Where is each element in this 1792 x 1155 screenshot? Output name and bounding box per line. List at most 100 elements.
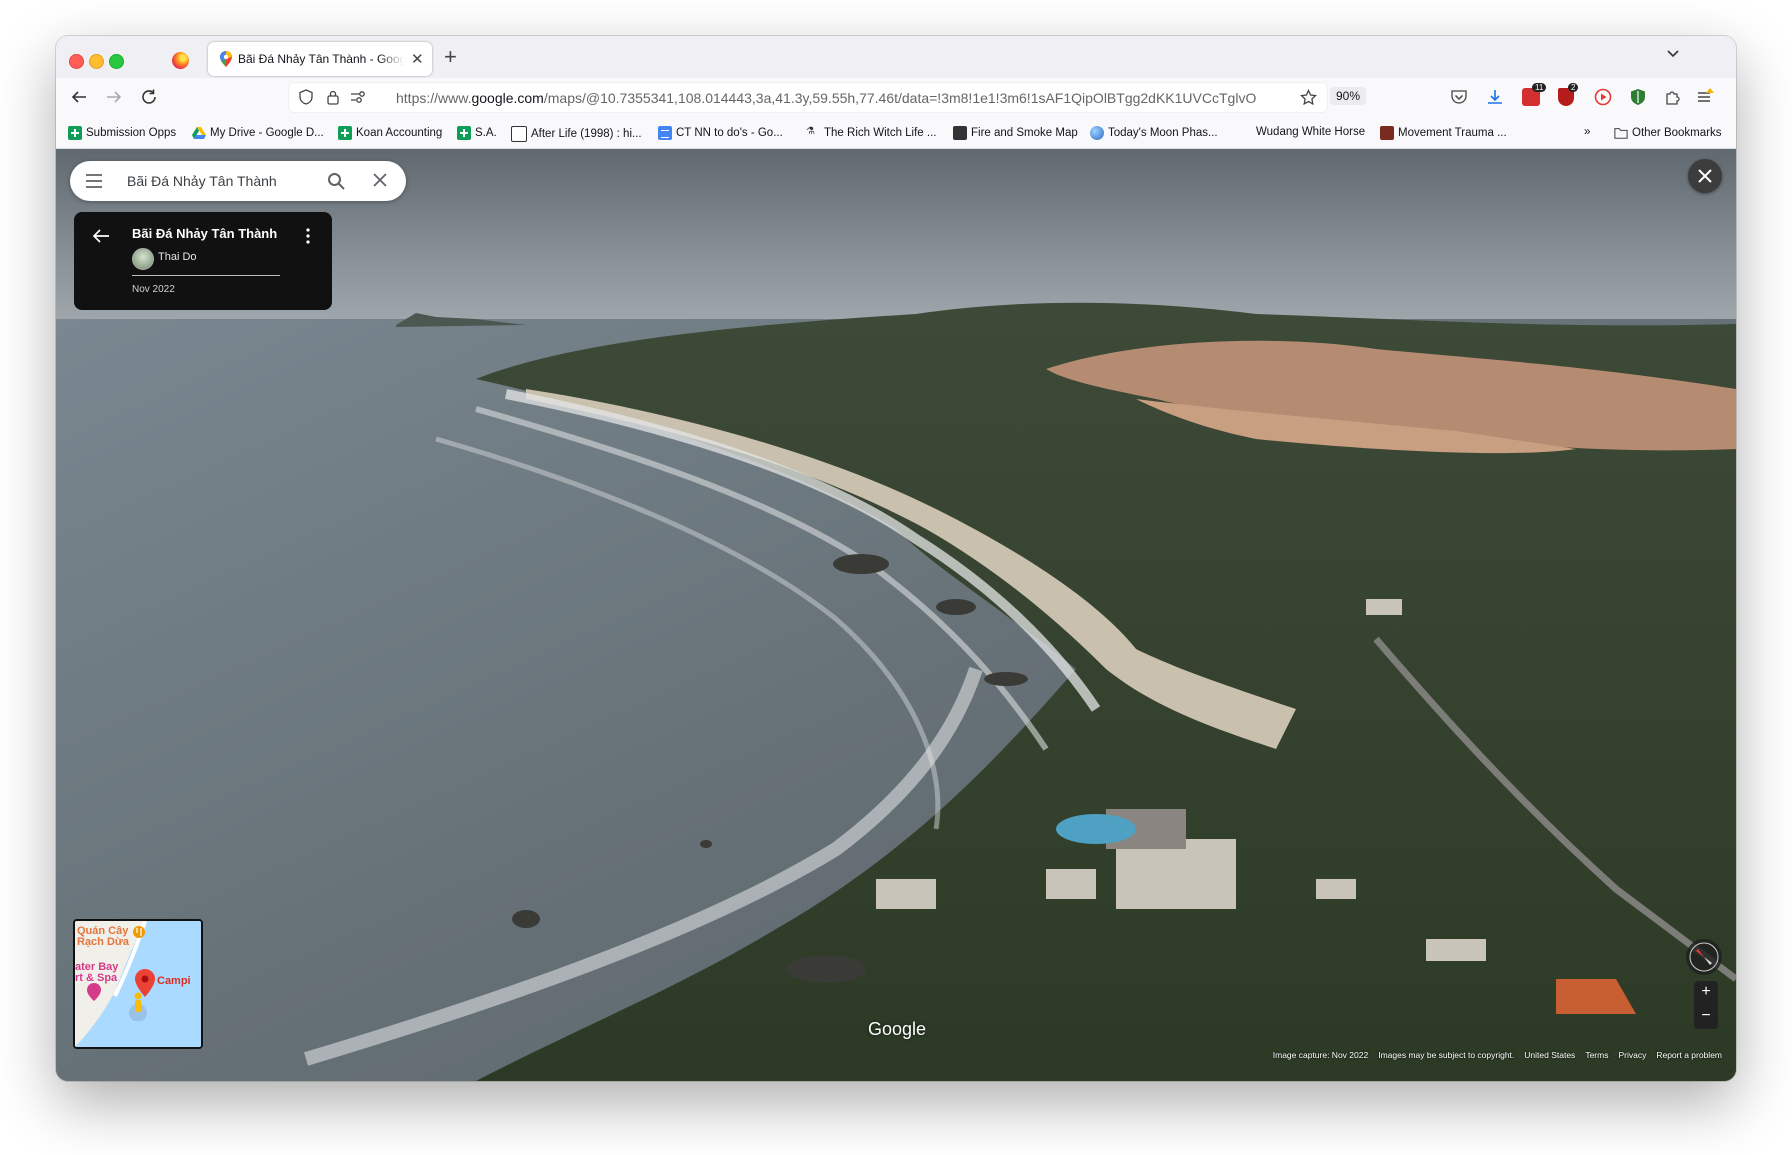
bookmark-label: The Rich Witch Life ...: [824, 127, 937, 139]
new-tab-button[interactable]: +: [444, 44, 457, 70]
url-bar[interactable]: https://www.google.com/maps/@10.7355341,…: [288, 82, 1367, 113]
bookmark-wudang[interactable]: Wudang White Horse: [1256, 126, 1365, 138]
back-arrow-icon[interactable]: [92, 228, 110, 244]
zoom-window-button[interactable]: [109, 54, 124, 69]
close-window-button[interactable]: [69, 54, 84, 69]
zoom-controls: + −: [1694, 981, 1718, 1029]
more-options-icon[interactable]: [306, 228, 310, 244]
folder-icon: [1614, 128, 1628, 139]
avatar[interactable]: [132, 248, 154, 270]
forward-arrow-icon[interactable]: [105, 88, 123, 106]
downloads-icon[interactable]: [1486, 88, 1504, 106]
other-bookmarks[interactable]: Other Bookmarks: [1614, 126, 1721, 140]
minimize-window-button[interactable]: [89, 54, 104, 69]
sheets-icon: [338, 126, 352, 140]
sheets-icon: [457, 126, 471, 140]
bookmark-ct-nn[interactable]: CT NN to do's - Go...: [658, 126, 783, 140]
restaurant-icon: [133, 926, 145, 938]
chevron-down-icon[interactable]: [1666, 46, 1680, 60]
other-bookmarks-label: Other Bookmarks: [1632, 127, 1722, 139]
place-info-card: Bãi Đá Nhảy Tân Thành Thai Do Nov 2022: [74, 212, 332, 310]
pegman-icon: [129, 992, 147, 1021]
country-link[interactable]: United States: [1524, 1050, 1575, 1060]
play-extension-icon[interactable]: [1594, 88, 1612, 106]
report-problem-link[interactable]: Report a problem: [1656, 1050, 1722, 1060]
clear-search-icon[interactable]: [373, 173, 387, 187]
minimap[interactable]: Quán Cây Rạch Dừa ater Bay rt & Spa Camp…: [73, 919, 203, 1049]
reload-icon[interactable]: [140, 88, 158, 106]
lock-icon[interactable]: [326, 89, 340, 105]
bookmark-label: Movement Trauma ...: [1398, 127, 1507, 139]
bookmark-label: Submission Opps: [86, 127, 177, 139]
tab-google-maps[interactable]: Bãi Đá Nhảy Tân Thành - Google Maps ✕: [208, 42, 432, 76]
bookmark-label: Today's Moon Phas...: [1108, 127, 1218, 139]
terms-link[interactable]: Terms: [1585, 1050, 1608, 1060]
url-path: /maps/@10.7355341,108.014443,3a,41.3y,59…: [543, 90, 1257, 106]
url-text[interactable]: https://www.google.com/maps/@10.7355341,…: [396, 90, 1276, 106]
todo-extension-icon[interactable]: 11: [1522, 83, 1547, 106]
privacy-link[interactable]: Privacy: [1618, 1050, 1646, 1060]
compass-button[interactable]: [1686, 939, 1722, 975]
close-tab-icon[interactable]: ✕: [411, 50, 424, 68]
bookmark-fire-smoke-map[interactable]: Fire and Smoke Map: [953, 126, 1078, 140]
bookmark-label: S.A.: [475, 127, 497, 139]
street-view-panorama[interactable]: Bãi Đá Nhảy Tân Thành Bãi Đá Nhảy Tân Th…: [56, 149, 1736, 1081]
copyright-notice: Images may be subject to copyright.: [1378, 1050, 1515, 1060]
extensions-puzzle-icon[interactable]: [1664, 88, 1682, 106]
footer-bar: Image capture: Nov 2022 Images may be su…: [1273, 1050, 1722, 1060]
shield-icon[interactable]: [298, 89, 314, 105]
firefox-view-icon[interactable]: [172, 52, 189, 69]
bookmark-label: Koan Accounting: [356, 127, 443, 139]
pocket-icon[interactable]: [1450, 88, 1468, 106]
tab-strip: Bãi Đá Nhảy Tân Thành - Google Maps ✕ +: [56, 36, 1736, 78]
image-capture-date: Image capture: Nov 2022: [1272, 1050, 1369, 1060]
bookmark-my-drive[interactable]: My Drive - Google D...: [192, 126, 324, 140]
photo-author[interactable]: Thai Do: [158, 251, 197, 263]
witch-icon: ⚗: [806, 126, 815, 137]
place-name[interactable]: Bãi Đá Nhảy Tân Thành: [132, 226, 277, 241]
browser-window: Bãi Đá Nhảy Tân Thành - Google Maps ✕ +: [56, 36, 1736, 1081]
spa-pin-icon: [87, 983, 101, 1001]
bookmark-koan-accounting[interactable]: Koan Accounting: [338, 126, 442, 140]
sheets-icon: [68, 126, 82, 140]
bookmarks-toolbar: Submission Opps My Drive - Google D... K…: [56, 118, 1736, 149]
maps-pin-icon: [220, 51, 232, 67]
bookmark-movement-trauma[interactable]: Movement Trauma ...: [1380, 126, 1507, 140]
bookmark-after-life[interactable]: After Life (1998) : hi...: [511, 126, 642, 142]
google-logo: Google: [868, 1019, 927, 1039]
minimap-place-label: Campi: [157, 975, 191, 987]
bookmark-submission-opps[interactable]: Submission Opps: [68, 126, 176, 140]
url-prefix: https://www.: [396, 90, 472, 106]
bookmark-label: My Drive - Google D...: [210, 127, 324, 139]
bookmark-label: CT NN to do's - Go...: [676, 127, 783, 139]
drive-icon: [192, 127, 206, 139]
divider: [132, 275, 280, 276]
zoom-in-button[interactable]: +: [1694, 981, 1718, 1005]
todo-badge: 11: [1532, 83, 1547, 92]
back-arrow-icon[interactable]: [70, 88, 88, 106]
compass-icon: [1689, 942, 1719, 972]
bookmark-star-icon[interactable]: [1300, 89, 1317, 106]
capture-date[interactable]: Nov 2022: [132, 284, 175, 295]
zoom-out-button[interactable]: −: [1694, 1005, 1718, 1029]
search-query[interactable]: Bãi Đá Nhảy Tân Thành: [127, 173, 277, 189]
bookmark-label: After Life (1998) : hi...: [531, 128, 642, 140]
minimap-place-label: Rạch Dừa: [77, 936, 129, 948]
bookmark-sa[interactable]: S.A.: [457, 126, 497, 140]
moon-icon: [1090, 126, 1104, 140]
close-street-view-button[interactable]: [1688, 159, 1722, 193]
ublock-icon[interactable]: 2: [1558, 83, 1579, 106]
bookmark-rich-witch[interactable]: ⚗ The Rich Witch Life ...: [806, 126, 936, 140]
bookmark-moon-phase[interactable]: Today's Moon Phas...: [1090, 126, 1218, 140]
shield-extension-icon[interactable]: [1630, 88, 1646, 106]
imdb-icon: [511, 126, 527, 142]
app-menu-icon[interactable]: [1696, 88, 1714, 106]
bookmark-label: Fire and Smoke Map: [971, 127, 1078, 139]
zoom-level-badge[interactable]: 90%: [1330, 87, 1367, 105]
search-box[interactable]: Bãi Đá Nhảy Tân Thành: [70, 161, 406, 201]
docs-icon: [658, 126, 672, 140]
bookmarks-overflow-icon[interactable]: »: [1584, 126, 1590, 138]
search-icon[interactable]: [327, 172, 345, 190]
permissions-icon[interactable]: [350, 90, 366, 104]
hamburger-menu-icon[interactable]: [85, 174, 103, 188]
